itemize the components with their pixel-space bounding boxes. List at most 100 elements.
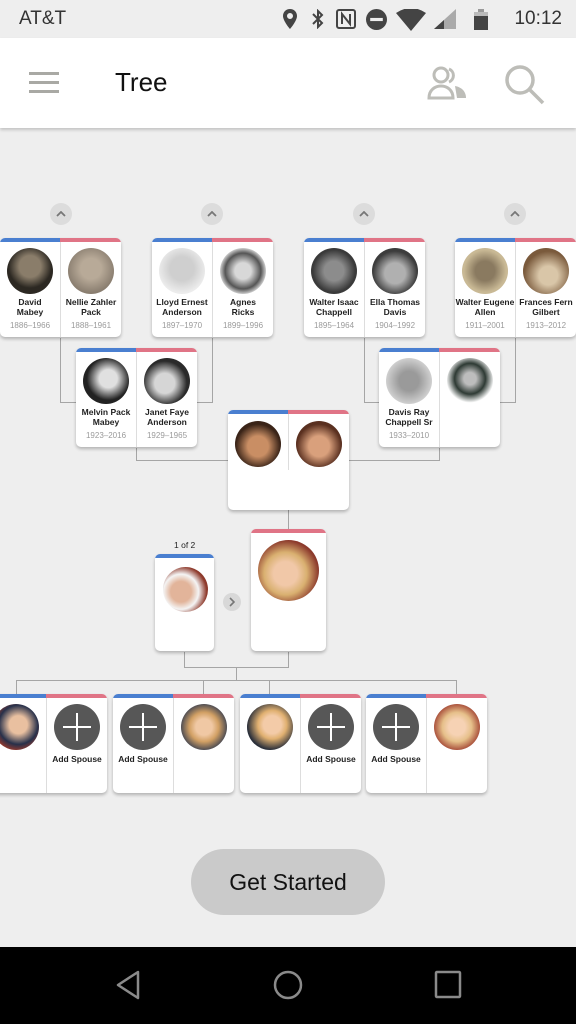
person-dates: 1913–2012	[525, 321, 567, 330]
person-photo	[163, 567, 208, 612]
add-spouse-button[interactable]	[120, 704, 166, 750]
home-icon[interactable]	[272, 969, 304, 1001]
person-photo	[296, 421, 342, 467]
person-photo	[0, 704, 39, 750]
add-spouse-label: Add Spouse	[118, 754, 168, 764]
add-spouse-slot[interactable]: Add Spouse	[47, 694, 107, 793]
status-bar: AT&T 10:12	[0, 0, 576, 38]
bluetooth-icon	[312, 9, 324, 29]
couple-card: Melvin Pack Mabey 1923–2016 Janet Faye And…	[76, 348, 197, 447]
person-photo	[247, 704, 293, 750]
person-photo	[447, 358, 493, 404]
search-icon[interactable]	[504, 64, 546, 106]
person-card[interactable]	[440, 348, 500, 447]
spouse-card[interactable]	[155, 554, 214, 651]
connector-line	[456, 680, 457, 694]
location-icon	[283, 9, 297, 29]
system-nav-bar	[0, 947, 576, 1024]
connector-line	[269, 680, 270, 694]
couple-card	[228, 410, 349, 510]
chevron-up-icon	[510, 211, 520, 217]
person-dates: 1911–2001	[465, 321, 505, 330]
person-card[interactable]: David Mabey 1886–1966	[0, 238, 60, 337]
person-card[interactable]: Davis Ray Chappell Sr 1933–2010	[379, 348, 439, 447]
person-card[interactable]: Melvin Pack Mabey 1923–2016	[76, 348, 136, 447]
add-spouse-slot[interactable]: Add Spouse	[301, 694, 361, 793]
person-photo	[372, 248, 418, 294]
add-spouse-button[interactable]	[54, 704, 100, 750]
app-bar: Tree	[0, 38, 576, 128]
family-tree-canvas[interactable]: David Mabey 1886–1966 Nellie Zahler Pack 1…	[0, 128, 576, 948]
person-photo	[462, 248, 508, 294]
person-card[interactable]: Nellie Zahler Pack 1888–1961	[61, 238, 121, 337]
person-card[interactable]	[0, 694, 46, 793]
person-card[interactable]: Frances Fern Gilbert 1913–2012	[516, 238, 576, 337]
chevron-up-icon	[56, 211, 66, 217]
person-photo	[7, 248, 53, 294]
carrier-label: AT&T	[19, 8, 67, 29]
connector-line	[288, 510, 289, 530]
connector-line	[184, 652, 185, 667]
connector-line	[203, 680, 204, 694]
battery-icon	[474, 9, 488, 30]
person-name: Davis Ray Chappell Sr	[385, 407, 433, 427]
chevron-up-icon	[207, 211, 217, 217]
add-spouse-slot[interactable]: Add Spouse	[366, 694, 426, 793]
add-spouse-button[interactable]	[308, 704, 354, 750]
back-icon[interactable]	[114, 969, 142, 1001]
person-card[interactable]: Walter Isaac Chappell 1895–1964	[304, 238, 364, 337]
next-spouse-button[interactable]	[223, 593, 241, 611]
person-photo	[181, 704, 227, 750]
couple-card: Add Spouse	[113, 694, 234, 793]
person-card[interactable]: Lloyd Ernest Anderson 1897–1970	[152, 238, 212, 337]
plus-icon	[317, 713, 345, 741]
person-name: David Mabey	[16, 297, 44, 317]
person-photo	[386, 358, 432, 404]
couple-card: Lloyd Ernest Anderson 1897–1970 Agnes Rick…	[152, 238, 273, 337]
person-card[interactable]	[240, 694, 300, 793]
connector-line	[136, 448, 137, 460]
couple-card: Walter Eugene Allen 1911–2001 Frances Fer…	[455, 238, 576, 337]
recents-icon[interactable]	[434, 969, 462, 999]
person-name: Lloyd Ernest Anderson	[156, 297, 208, 317]
person-photo	[83, 358, 129, 404]
person-name: Ella Thomas Davis	[369, 297, 421, 317]
person-card[interactable]: Ella Thomas Davis 1904–1992	[365, 238, 425, 337]
connector-line	[439, 448, 440, 460]
person-name: Melvin Pack Mabey	[81, 407, 131, 427]
person-card[interactable]	[228, 410, 288, 510]
expand-ancestors-button[interactable]	[50, 203, 72, 225]
connector-line	[60, 402, 76, 403]
do-not-disturb-icon	[366, 9, 387, 30]
self-card[interactable]	[251, 529, 326, 651]
connector-line	[136, 460, 228, 461]
expand-ancestors-button[interactable]	[353, 203, 375, 225]
connector-line	[197, 402, 213, 403]
person-dates: 1897–1970	[161, 321, 203, 330]
hamburger-menu-icon[interactable]	[29, 72, 61, 94]
connector-line	[212, 338, 213, 402]
connector-line	[16, 680, 17, 694]
people-icon[interactable]	[427, 66, 469, 102]
person-card[interactable]	[174, 694, 234, 793]
couple-card: Add Spouse	[240, 694, 361, 793]
add-spouse-button[interactable]	[373, 704, 419, 750]
spouse-pager-label: 1 of 2	[174, 540, 196, 550]
person-dates: 1886–1966	[9, 321, 51, 330]
person-card[interactable]	[427, 694, 487, 793]
person-card[interactable]: Janet Faye Anderson 1929–1965	[137, 348, 197, 447]
person-card[interactable]: Agnes Ricks 1899–1996	[213, 238, 273, 337]
add-spouse-slot[interactable]: Add Spouse	[113, 694, 173, 793]
expand-ancestors-button[interactable]	[201, 203, 223, 225]
person-photo	[144, 358, 190, 404]
couple-card: David Mabey 1886–1966 Nellie Zahler Pack 1…	[0, 238, 121, 337]
person-name: Nellie Zahler Pack	[65, 297, 117, 317]
person-dates: 1888–1961	[70, 321, 112, 330]
person-card[interactable]	[289, 410, 349, 510]
get-started-button[interactable]: Get Started	[191, 849, 385, 915]
person-photo	[68, 248, 114, 294]
person-card[interactable]: Walter Eugene Allen 1911–2001	[455, 238, 515, 337]
wifi-icon	[396, 9, 426, 31]
connector-line	[500, 402, 516, 403]
expand-ancestors-button[interactable]	[504, 203, 526, 225]
